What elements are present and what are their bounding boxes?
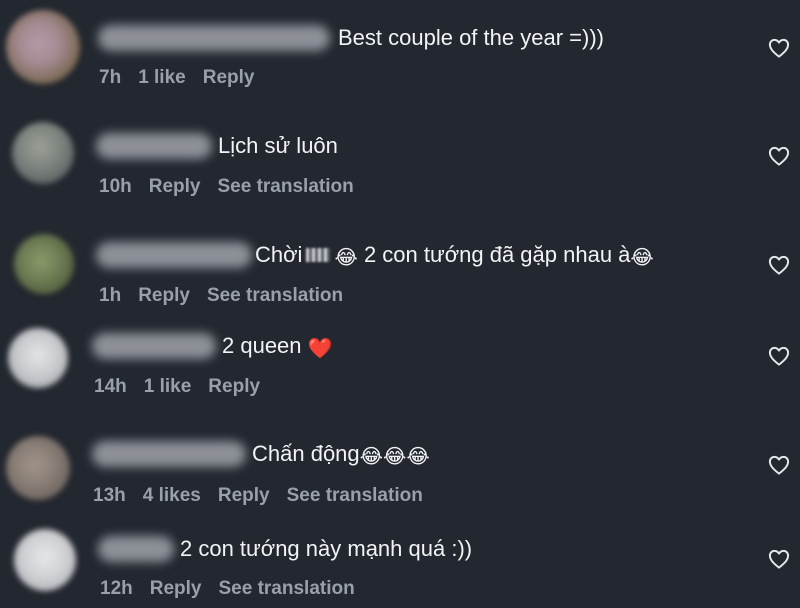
avatar[interactable]: [14, 529, 76, 591]
comment-meta: 7h 1 like Reply: [99, 66, 271, 90]
comment-meta: 10h Reply See translation: [99, 175, 371, 199]
reply-button[interactable]: Reply: [150, 578, 202, 599]
timestamp: 13h: [93, 485, 126, 506]
username-blurred[interactable]: [96, 242, 252, 268]
timestamp: 7h: [99, 67, 122, 88]
likes-count[interactable]: 4 likes: [143, 485, 201, 506]
avatar[interactable]: [6, 436, 70, 500]
username-blurred[interactable]: [96, 133, 212, 159]
timestamp: 14h: [94, 376, 127, 397]
reply-button[interactable]: Reply: [208, 376, 260, 397]
laughing-emoji: 😂: [334, 247, 358, 269]
timestamp: 10h: [99, 176, 132, 197]
comment-meta: 14h 1 like Reply: [94, 375, 277, 399]
comment-meta: 12h Reply See translation: [100, 577, 372, 601]
comment-text: Best couple of the year =))): [338, 25, 604, 50]
see-translation-link[interactable]: See translation: [218, 176, 354, 197]
laughing-emoji: 😂😂😂: [359, 446, 430, 468]
comment-text: 2 con tướng này mạnh quá :)): [180, 536, 473, 561]
comment-text-end: 2 con tướng đã gặp nhau à: [363, 242, 631, 267]
comment-text-start: Chời: [255, 242, 303, 267]
see-translation-link[interactable]: See translation: [287, 485, 423, 506]
avatar[interactable]: [6, 10, 80, 84]
username-blurred[interactable]: [98, 25, 330, 51]
heart-outline-icon[interactable]: [768, 255, 790, 275]
reply-button[interactable]: Reply: [149, 176, 201, 197]
reply-button[interactable]: Reply: [138, 285, 190, 306]
comment-text-body: 2 queen: [222, 333, 302, 358]
username-blurred[interactable]: [98, 536, 174, 562]
see-translation-link[interactable]: See translation: [207, 285, 343, 306]
see-translation-link[interactable]: See translation: [219, 578, 355, 599]
comment-list: Best couple of the year =))) 7h 1 like Rep…: [0, 0, 800, 608]
comment-text-body: Chấn động: [252, 441, 360, 466]
comment-text: Chấn động😂😂😂: [252, 440, 430, 471]
censored-word: [306, 248, 331, 262]
avatar[interactable]: [14, 234, 74, 294]
reply-button[interactable]: Reply: [218, 485, 270, 506]
comment-text: Lịch sử luôn: [218, 133, 338, 158]
comment-text: Chời 😂 2 con tướng đã gặp nhau à😂: [255, 241, 654, 272]
heart-outline-icon[interactable]: [768, 38, 790, 58]
timestamp: 1h: [99, 285, 122, 306]
timestamp: 12h: [100, 578, 133, 599]
avatar[interactable]: [12, 122, 74, 184]
comment-meta: 1h Reply See translation: [99, 284, 360, 308]
username-blurred[interactable]: [92, 333, 216, 359]
username-blurred[interactable]: [92, 441, 246, 467]
comment-meta: 13h 4 likes Reply See translation: [93, 484, 440, 508]
reply-button[interactable]: Reply: [203, 67, 255, 88]
heart-outline-icon[interactable]: [768, 455, 790, 475]
avatar[interactable]: [8, 328, 68, 388]
heart-outline-icon[interactable]: [768, 346, 790, 366]
likes-count[interactable]: 1 like: [144, 376, 192, 397]
likes-count[interactable]: 1 like: [138, 67, 186, 88]
red-heart-emoji: ❤️: [307, 338, 333, 360]
heart-outline-icon[interactable]: [768, 146, 790, 166]
laughing-emoji: 😂: [630, 247, 654, 269]
heart-outline-icon[interactable]: [768, 549, 790, 569]
comment-text: 2 queen ❤️: [222, 332, 333, 363]
